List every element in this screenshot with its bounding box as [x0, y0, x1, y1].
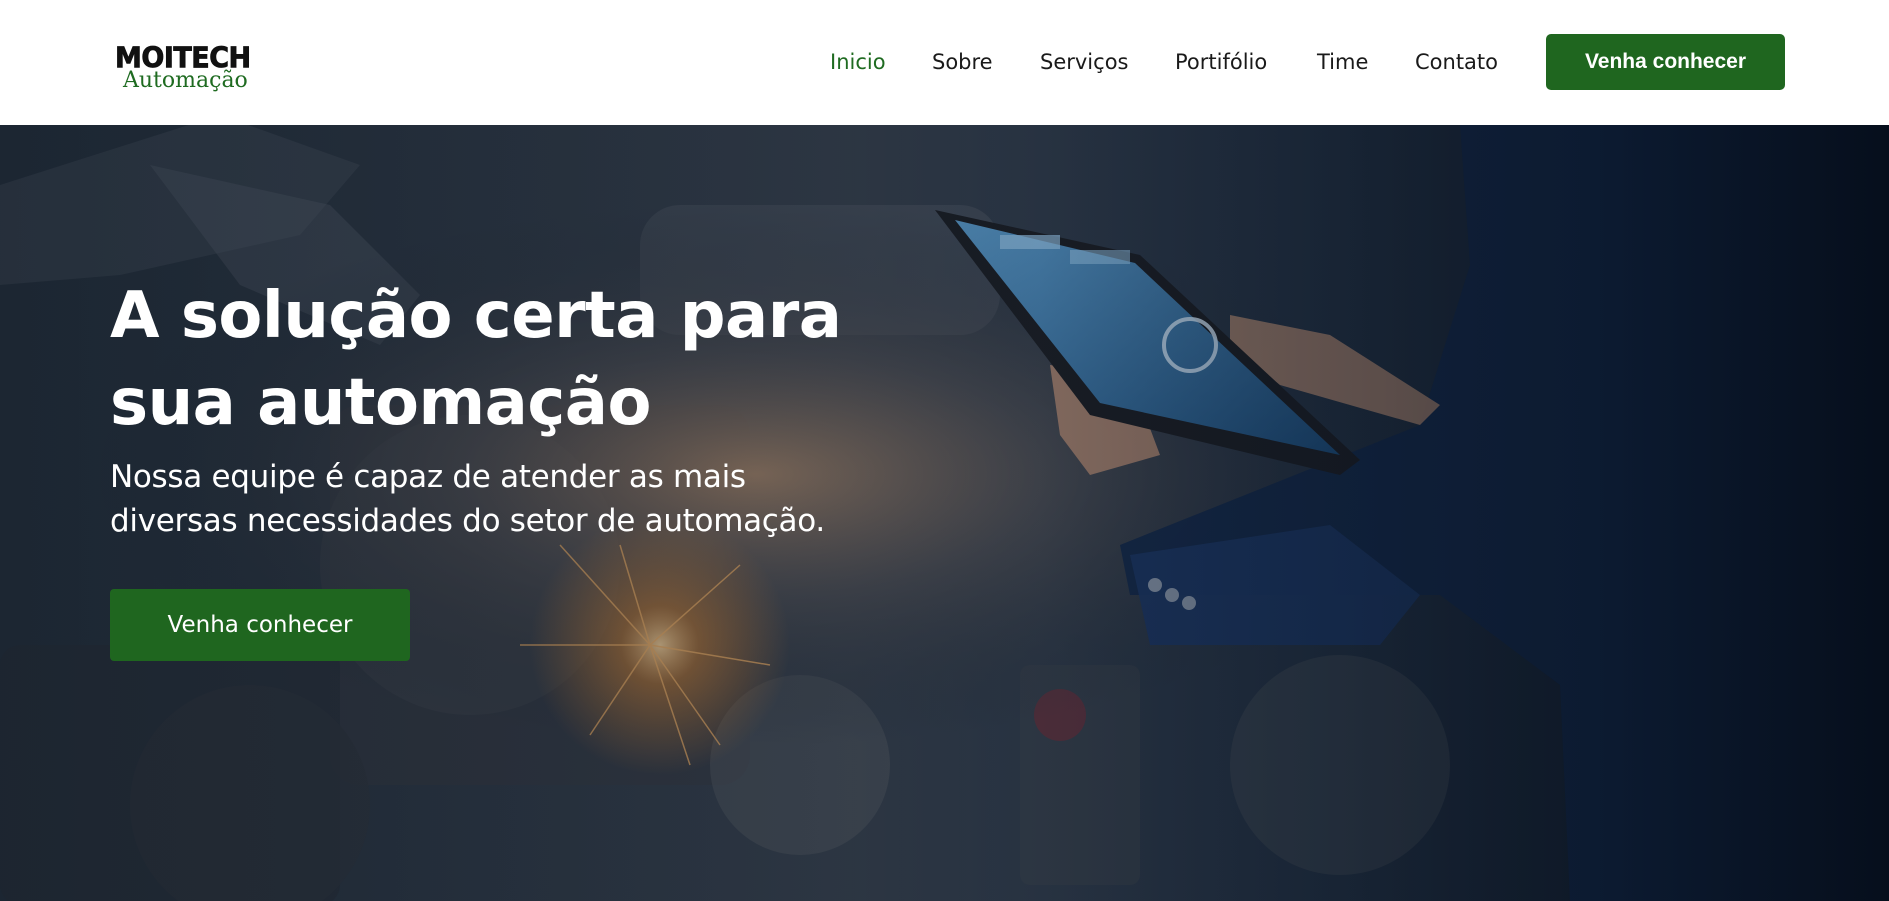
nav-item-servicos[interactable]: Serviços	[1040, 44, 1128, 80]
nav-item-inicio[interactable]: Inicio	[830, 44, 886, 80]
hero-title-line-2: sua automação	[110, 366, 651, 440]
header-cta-button[interactable]: Venha conhecer	[1546, 34, 1785, 90]
nav-item-portifolio[interactable]: Portifólio	[1175, 44, 1267, 80]
hero-subtitle: Nossa equipe é capaz de atender as mais …	[110, 455, 930, 543]
hero-title-line-1: A solução certa para	[110, 279, 842, 353]
hero-cta-button[interactable]: Venha conhecer	[110, 589, 410, 661]
nav-item-contato[interactable]: Contato	[1415, 44, 1498, 80]
nav-item-sobre[interactable]: Sobre	[932, 44, 993, 80]
site-header: MOITECH Automação Inicio Sobre Serviços …	[0, 0, 1889, 125]
hero-title: A solução certa para sua automação	[110, 273, 870, 447]
hero-section: A solução certa para sua automação Nossa…	[0, 125, 1889, 901]
hero-subtitle-line-2: diversas necessidades do setor de automa…	[110, 503, 825, 539]
nav-item-time[interactable]: Time	[1317, 44, 1368, 80]
hero-subtitle-line-1: Nossa equipe é capaz de atender as mais	[110, 459, 746, 495]
